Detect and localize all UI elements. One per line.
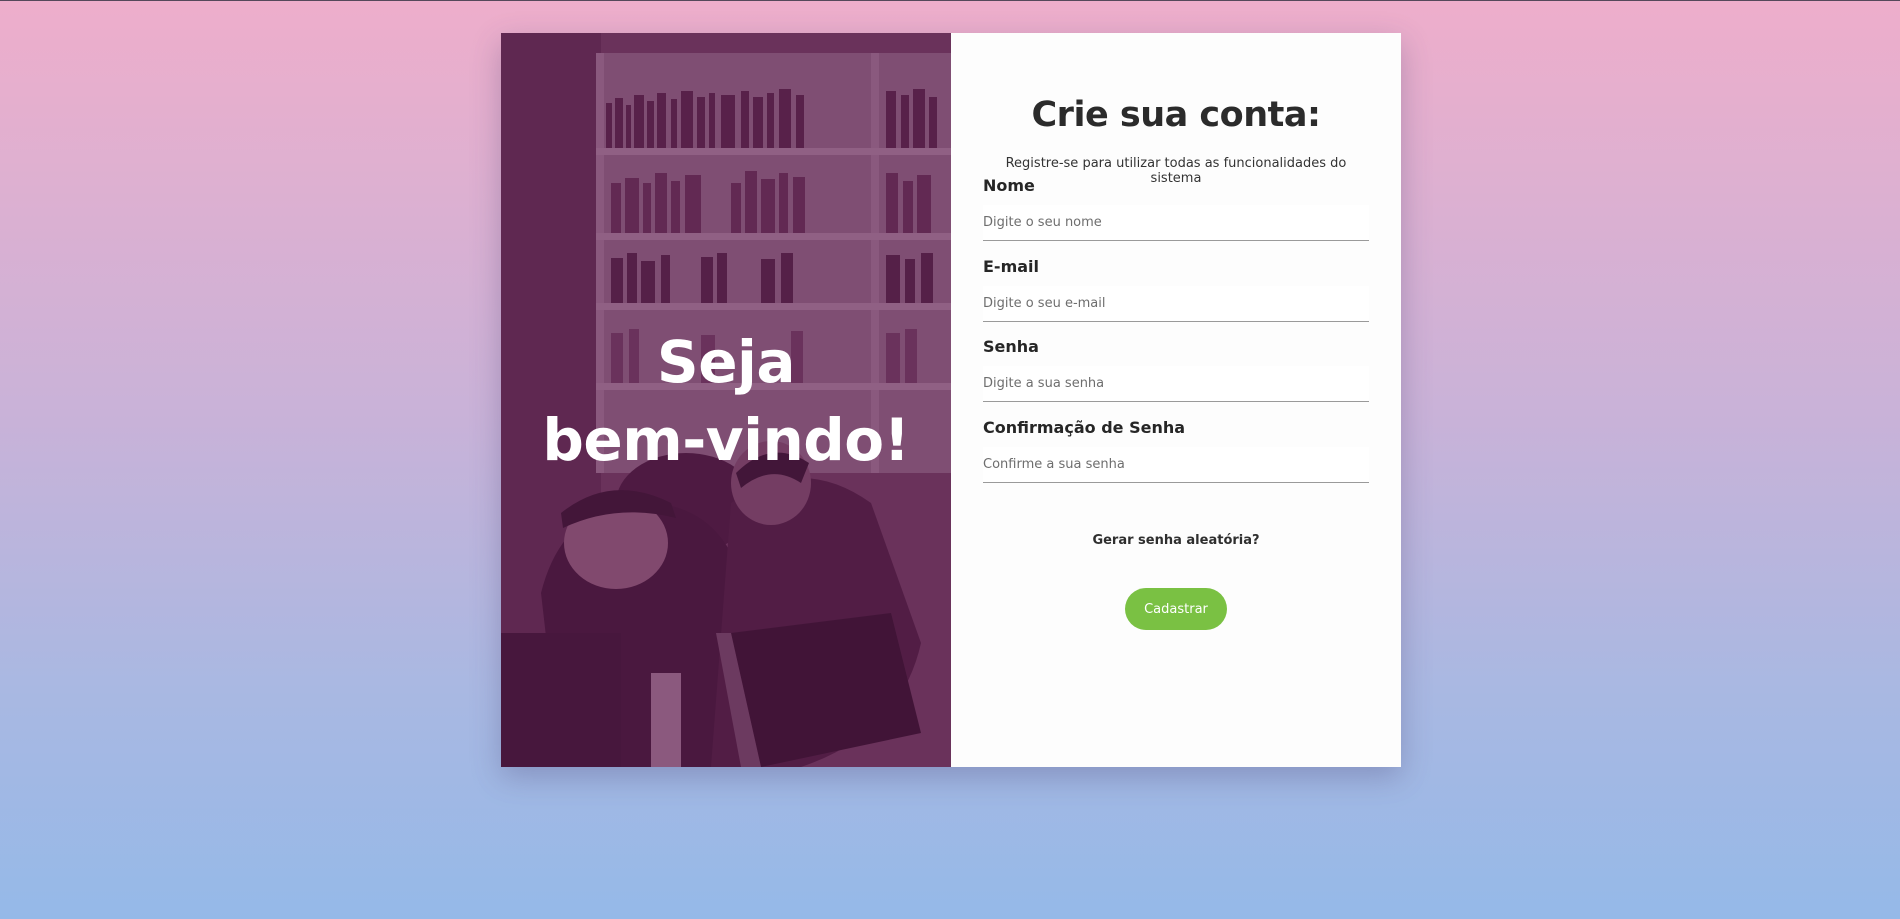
generate-random-password-link[interactable]: Gerar senha aleatória? [951, 533, 1401, 548]
email-label: E-mail [983, 257, 1040, 276]
signup-form-panel: Crie sua conta: Registre-se para utiliza… [951, 33, 1401, 767]
form-subtitle: Registre-se para utilizar todas as funci… [1005, 156, 1347, 186]
welcome-heading: Seja bem-vindo! [501, 323, 951, 479]
welcome-hero-panel: Seja bem-vindo! [501, 33, 951, 767]
form-title: Crie sua conta: [1031, 95, 1321, 135]
signup-card: Seja bem-vindo! Crie sua conta: Registre… [501, 33, 1401, 767]
welcome-heading-line-1: Seja [656, 328, 796, 396]
confirm-password-label: Confirmação de Senha [983, 418, 1186, 437]
welcome-heading-line-2: bem-vindo! [542, 406, 910, 474]
password-input[interactable] [983, 366, 1369, 402]
window-top-border [0, 0, 1900, 1]
register-button[interactable]: Cadastrar [1125, 588, 1227, 630]
name-label: Nome [983, 176, 1035, 195]
password-label: Senha [983, 337, 1039, 356]
name-input[interactable] [983, 205, 1369, 241]
email-input[interactable] [983, 286, 1369, 322]
confirm-password-input[interactable] [983, 447, 1369, 483]
